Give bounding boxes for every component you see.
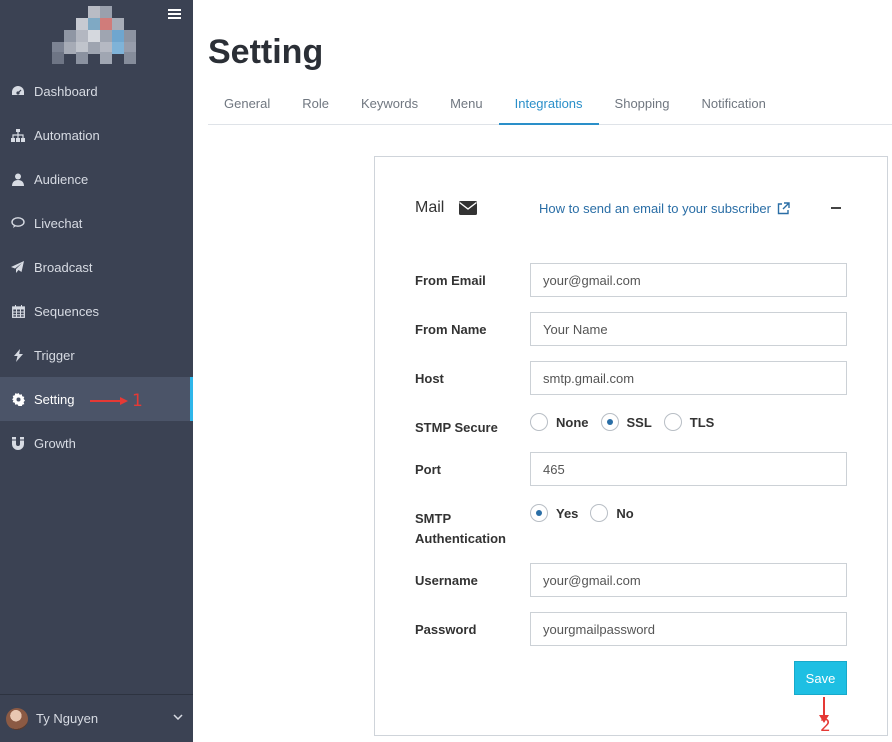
secure-radio-tls[interactable]: TLS — [663, 413, 715, 431]
mail-title: Mail — [415, 199, 445, 216]
username-input[interactable] — [530, 563, 847, 597]
radio-label: Yes — [556, 505, 579, 521]
smtp-auth-radio-group: Yes No — [530, 504, 646, 522]
sidebar-item-label: Automation — [34, 127, 100, 143]
sidebar-item-automation[interactable]: Automation — [0, 113, 193, 157]
tab-shopping[interactable]: Shopping — [599, 84, 686, 125]
radio-circle — [530, 413, 548, 431]
tab-role[interactable]: Role — [286, 84, 345, 125]
port-input[interactable] — [530, 452, 847, 486]
sidebar-item-label: Sequences — [34, 303, 100, 319]
host-label: Host — [415, 371, 444, 386]
gear-icon — [11, 392, 25, 406]
user-name: Ty Nguyen — [36, 711, 99, 726]
sidebar-item-label: Dashboard — [34, 83, 98, 99]
auth-radio-yes[interactable]: Yes — [530, 504, 578, 522]
auth-radio-no[interactable]: No — [590, 504, 634, 522]
from-email-input[interactable] — [530, 263, 847, 297]
username-label: Username — [415, 573, 478, 588]
chevron-down-icon — [173, 714, 183, 720]
sidebar-item-label: Livechat — [34, 215, 83, 231]
chat-icon — [11, 216, 25, 230]
avatar — [6, 707, 28, 730]
help-link-text: How to send an email to your subscriber — [539, 201, 771, 216]
radio-label: SSL — [626, 414, 652, 430]
tab-general[interactable]: General — [208, 84, 286, 125]
sidebar-item-label: Broadcast — [34, 259, 93, 275]
calendar-icon — [11, 304, 25, 318]
sidebar-item-trigger[interactable]: Trigger — [0, 333, 193, 377]
host-input[interactable] — [530, 361, 847, 395]
sidebar-item-growth[interactable]: Growth — [0, 421, 193, 465]
radio-label: No — [616, 505, 634, 521]
radio-circle — [530, 504, 548, 522]
sidebar-item-setting[interactable]: Setting 1 — [0, 377, 193, 421]
tab-keywords[interactable]: Keywords — [345, 84, 434, 125]
external-link-icon — [777, 202, 790, 215]
secure-radio-none[interactable]: None — [530, 413, 589, 431]
tab-notification[interactable]: Notification — [686, 84, 782, 125]
bolt-icon — [11, 348, 25, 362]
sidebar-item-label: Audience — [34, 171, 89, 187]
tab-menu[interactable]: Menu — [434, 84, 499, 125]
radio-circle — [590, 504, 609, 522]
smtp-secure-label: STMP Secure — [415, 420, 498, 435]
from-name-input[interactable] — [530, 312, 847, 346]
sitemap-icon — [11, 128, 25, 142]
tab-integrations[interactable]: Integrations — [498, 84, 599, 125]
port-label: Port — [415, 462, 441, 477]
radio-label: None — [556, 414, 589, 430]
smtp-auth-label: SMTP Authentication — [415, 509, 506, 549]
password-input[interactable] — [530, 612, 847, 646]
sidebar-item-sequences[interactable]: Sequences — [0, 289, 193, 333]
password-label: Password — [415, 622, 477, 637]
user-menu[interactable]: Ty Nguyen — [0, 694, 193, 742]
envelope-icon — [459, 201, 478, 215]
annotation-number-2: 2 — [820, 716, 831, 736]
sidebar-item-label: Growth — [34, 435, 76, 451]
radio-label: TLS — [689, 414, 715, 430]
sidebar-item-audience[interactable]: Audience — [0, 157, 193, 201]
smtp-auth-label-line1: SMTP — [415, 511, 452, 526]
help-link-send-email[interactable]: How to send an email to your subscriber — [539, 201, 790, 216]
sidebar-item-label: Trigger — [34, 347, 75, 363]
save-button[interactable]: Save — [794, 661, 847, 695]
sidebar-item-dashboard[interactable]: Dashboard — [0, 69, 193, 113]
settings-tabs: General Role Keywords Menu Integrations … — [208, 84, 892, 125]
smtp-auth-label-line2: Authentication — [415, 531, 506, 546]
mail-header: Mail — [415, 199, 478, 217]
from-email-label: From Email — [415, 273, 486, 288]
page-title: Setting — [208, 33, 324, 71]
mail-settings-card: Mail How to send an email to your subscr… — [374, 156, 888, 736]
annotation-arrow-2: 2 — [817, 697, 831, 736]
annotation-number-1: 1 — [132, 391, 143, 411]
sidebar-item-label: Setting — [34, 391, 75, 407]
menu-toggle-icon[interactable] — [168, 9, 181, 21]
smtp-secure-radio-group: None SSL TLS — [530, 413, 726, 431]
from-name-label: From Name — [415, 322, 487, 337]
sidebar: Dashboard Automation Audience Livechat B… — [0, 0, 193, 742]
dashboard-icon — [11, 84, 25, 98]
collapse-icon[interactable] — [831, 207, 841, 209]
secure-radio-ssl[interactable]: SSL — [600, 413, 652, 431]
user-icon — [11, 172, 25, 186]
magnet-icon — [11, 436, 25, 450]
radio-circle — [663, 413, 682, 431]
sidebar-nav: Dashboard Automation Audience Livechat B… — [0, 69, 193, 465]
radio-circle — [600, 413, 619, 431]
sidebar-item-livechat[interactable]: Livechat — [0, 201, 193, 245]
sidebar-item-broadcast[interactable]: Broadcast — [0, 245, 193, 289]
paper-plane-icon — [11, 260, 25, 274]
logo[interactable] — [46, 6, 141, 64]
annotation-arrow-1: 1 — [90, 391, 143, 411]
